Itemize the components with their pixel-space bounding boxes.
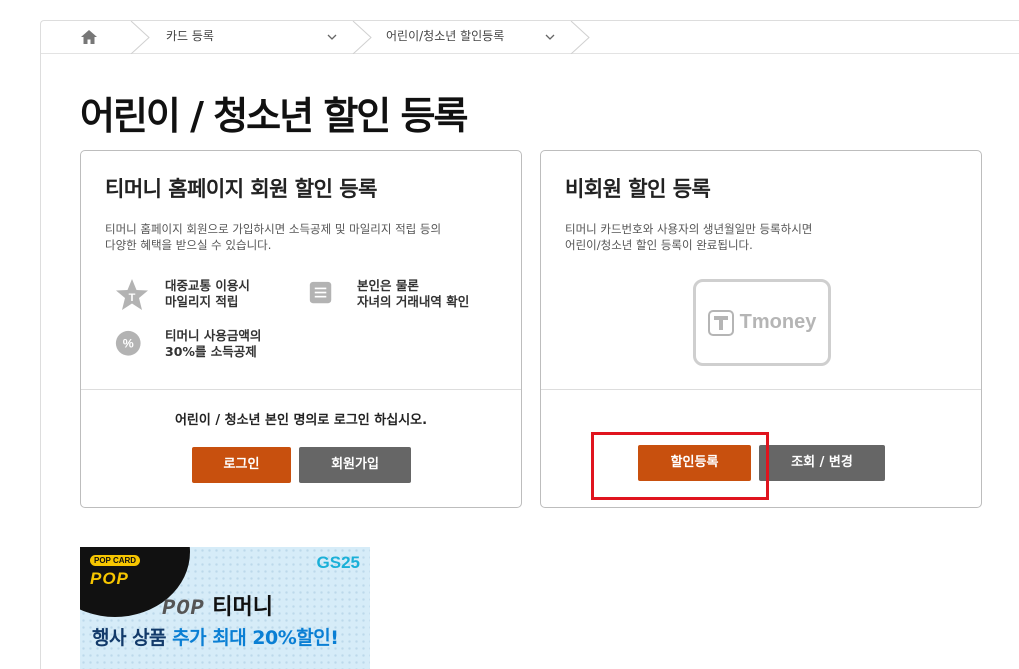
- card-description-line: 다양한 혜택을 받으실 수 있습니다.: [105, 238, 272, 252]
- card-description-line: 티머니 홈페이지 회원으로 가입하시면 소득공제 및 마일리지 적립 등의: [105, 222, 442, 236]
- feature-text: 티머니 사용금액의: [165, 328, 262, 343]
- feature-text: 자녀의 거래내역 확인: [357, 294, 470, 309]
- tmoney-logo-text: Tmoney: [739, 311, 817, 333]
- tmoney-t-icon: [707, 309, 734, 336]
- card-divider: [541, 389, 981, 390]
- banner-subline-highlight: 추가 최대 20%할인!: [172, 627, 339, 649]
- card-title: 비회원 할인 등록: [565, 177, 711, 201]
- banner-headline-text: 티머니: [212, 595, 274, 620]
- feature-history: 본인은 물론 자녀의 거래내역 확인: [309, 278, 469, 310]
- card-title: 티머니 홈페이지 회원 할인 등록: [105, 177, 377, 201]
- breadcrumb-separator-icon: [352, 21, 372, 54]
- tmoney-logo: Tmoney: [693, 279, 831, 366]
- banner-headline-pop: POP: [162, 596, 205, 621]
- page-title: 어린이 / 청소년 할인 등록: [80, 94, 468, 138]
- star-t-icon: T: [116, 279, 148, 310]
- document-list-icon: [309, 281, 332, 304]
- card-description-line: 티머니 카드번호와 사용자의 생년월일만 등록하시면: [565, 222, 813, 236]
- login-note: 어린이 / 청소년 본인 명의로 로그인 하십시오.: [174, 413, 428, 428]
- login-button[interactable]: 로그인: [192, 447, 291, 483]
- breadcrumb-item-label: 어린이/청소년 할인등록: [386, 29, 505, 43]
- breadcrumb: 카드 등록 어린이/청소년 할인등록: [41, 21, 1019, 54]
- feature-text: 대중교통 이용시: [165, 278, 250, 293]
- lookup-change-button[interactable]: 조회 / 변경: [759, 445, 885, 481]
- home-icon[interactable]: [79, 28, 99, 46]
- breadcrumb-item-child-discount[interactable]: 어린이/청소년 할인등록: [386, 21, 566, 54]
- card-description: 티머니 홈페이지 회원으로 가입하시면 소득공제 및 마일리지 적립 등의 다양…: [105, 221, 505, 253]
- card-divider: [81, 389, 521, 390]
- banner-subline: 행사 상품 추가 최대 20%할인!: [92, 623, 339, 650]
- chevron-down-icon[interactable]: [327, 33, 337, 41]
- join-button[interactable]: 회원가입: [299, 447, 411, 483]
- banner-headline: POP 티머니: [162, 589, 273, 621]
- banner-pop-logo: POP: [90, 569, 129, 588]
- svg-text:T: T: [129, 292, 136, 304]
- breadcrumb-item-label: 카드 등록: [166, 29, 214, 43]
- svg-text:%: %: [123, 337, 134, 351]
- feature-text: 본인은 물론: [357, 278, 419, 293]
- breadcrumb-item-card-register[interactable]: 카드 등록: [166, 21, 346, 54]
- feature-tax-deduction: % 티머니 사용금액의 30%를 소득공제: [115, 328, 261, 360]
- feature-mileage: T 대중교통 이용시 마일리지 적립: [115, 278, 250, 312]
- banner-brand: GS25: [316, 553, 360, 572]
- card-description-line: 어린이/청소년 할인 등록이 완료됩니다.: [565, 238, 753, 252]
- feature-text: 마일리지 적립: [165, 294, 239, 309]
- breadcrumb-separator-icon: [130, 21, 150, 54]
- highlight-annotation: [591, 432, 769, 500]
- member-discount-card: 티머니 홈페이지 회원 할인 등록 티머니 홈페이지 회원으로 가입하시면 소득…: [80, 150, 522, 508]
- chevron-down-icon[interactable]: [545, 33, 555, 41]
- card-description: 티머니 카드번호와 사용자의 생년월일만 등록하시면 어린이/청소년 할인 등록…: [565, 221, 965, 253]
- breadcrumb-separator-icon: [570, 21, 590, 54]
- banner-badge: POP CARD: [90, 555, 141, 566]
- percent-icon: %: [115, 330, 141, 356]
- promo-banner[interactable]: POP CARD POP GS25 POP 티머니 행사 상품 추가 최대 20…: [80, 547, 370, 669]
- feature-text: 30%를 소득공제: [165, 344, 257, 359]
- banner-subline-prefix: 행사 상품: [92, 627, 173, 649]
